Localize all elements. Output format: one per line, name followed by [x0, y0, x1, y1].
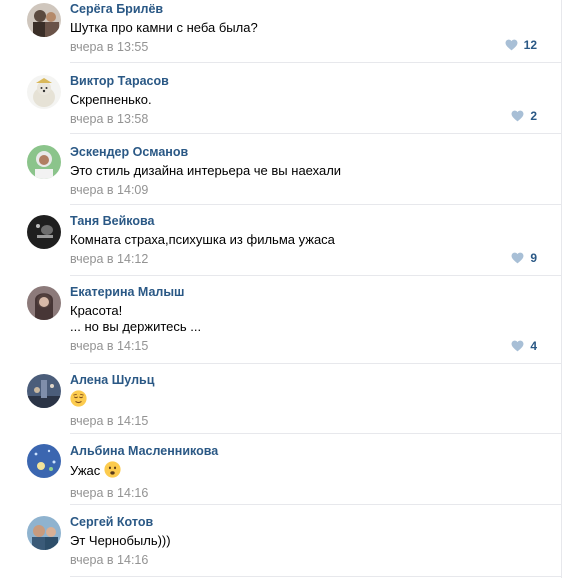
like-count: 12 [523, 38, 537, 52]
comment-text-line: Комната страха,психушка из фильма ужаса [70, 232, 335, 247]
comment-text-line: Скрепненько. [70, 92, 152, 107]
comment-author[interactable]: Альбина Масленникова [70, 444, 561, 459]
comment-text: Скрепненько. [70, 92, 561, 108]
comment-date[interactable]: вчера в 14:15 [70, 339, 561, 354]
comment-text-line: Это стиль дизайна интерьера че вы наехал… [70, 163, 342, 178]
comment-date[interactable]: вчера в 13:55 [70, 40, 561, 55]
avatar[interactable] [27, 516, 61, 550]
comment-text: Это стиль дизайна интерьера че вы наехал… [70, 163, 561, 179]
avatar[interactable] [27, 3, 61, 37]
heart-icon [505, 39, 518, 51]
heart-icon [511, 110, 524, 122]
comment-author[interactable]: Серёга Брилёв [70, 2, 561, 17]
frowning-face-emoji [104, 461, 121, 482]
comment-author[interactable]: Виктор Тарасов [70, 74, 561, 89]
comment-text: Эт Чернобыль))) [70, 533, 561, 549]
avatar[interactable] [27, 145, 61, 179]
like-button[interactable]: 4 [511, 339, 537, 353]
separator [70, 133, 561, 134]
avatar[interactable] [27, 215, 61, 249]
comment-text-line: Ужас [70, 461, 561, 482]
separator [70, 363, 561, 364]
separator [70, 204, 561, 205]
avatar[interactable] [27, 444, 61, 478]
comment-text: Красота! ... но вы держитесь ... [70, 303, 561, 335]
avatar[interactable] [27, 286, 61, 320]
comment-text-line: Шутка про камни с неба была? [70, 20, 258, 35]
comment-text-line: Красота! [70, 303, 123, 318]
comment-date[interactable]: вчера в 13:58 [70, 112, 561, 127]
separator [70, 62, 561, 63]
comment-date[interactable]: вчера в 14:12 [70, 252, 561, 267]
comment-text-line: ... но вы держитесь ... [70, 319, 202, 334]
comment-date[interactable]: вчера в 14:16 [70, 486, 561, 501]
comment-author[interactable]: Алена Шульц [70, 373, 561, 388]
like-button[interactable]: 2 [511, 109, 537, 123]
comment-date[interactable]: вчера в 14:15 [70, 414, 561, 429]
comment-text [70, 390, 561, 410]
relieved-face-emoji [70, 390, 87, 411]
comment-text: Комната страха,психушка из фильма ужаса [70, 232, 561, 248]
separator [70, 433, 561, 434]
avatar[interactable] [27, 75, 61, 109]
comment-text-line: Эт Чернобыль))) [70, 533, 171, 548]
heart-icon [511, 340, 524, 352]
like-button[interactable]: 9 [511, 251, 537, 265]
comment-text: Шутка про камни с неба была? [70, 20, 561, 36]
comment-date[interactable]: вчера в 14:09 [70, 183, 561, 198]
comment-author[interactable]: Таня Вейкова [70, 214, 561, 229]
separator [70, 275, 561, 276]
comment-author[interactable]: Эскендер Османов [70, 145, 561, 160]
separator [70, 576, 561, 577]
like-count: 4 [530, 339, 537, 353]
avatar[interactable] [27, 374, 61, 408]
separator [70, 504, 561, 505]
comment-text-fragment: Ужас [70, 463, 104, 478]
comment-text: Ужас [70, 461, 561, 482]
like-button[interactable]: 12 [505, 38, 537, 52]
comment-author[interactable]: Сергей Котов [70, 515, 561, 530]
like-count: 2 [530, 109, 537, 123]
comment-author[interactable]: Екатерина Малыш [70, 285, 561, 300]
like-count: 9 [530, 251, 537, 265]
heart-icon [511, 252, 524, 264]
comments-list: Серёга Брилёв Шутка про камни с неба был… [0, 0, 562, 578]
comment-date[interactable]: вчера в 14:16 [70, 553, 561, 568]
